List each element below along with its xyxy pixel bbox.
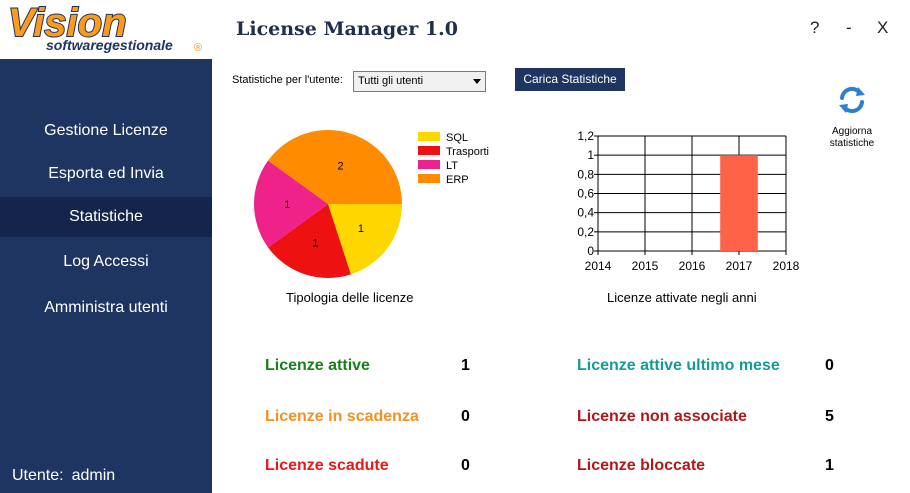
y-tick-label: 1,2 [577, 129, 594, 143]
refresh-label: Aggiorna statistiche [829, 126, 875, 149]
app-title: License Manager 1.0 [236, 18, 458, 40]
sidebar-item-esporta-invia[interactable]: Esporta ed Invia [0, 154, 212, 194]
legend-swatch-lt [418, 160, 440, 169]
vision-logo: Vision softwaregestionale ® [7, 2, 202, 54]
stat-active-last-month-value: 0 [825, 357, 834, 374]
close-button[interactable]: X [877, 18, 888, 38]
y-tick-label: 0,4 [577, 206, 594, 220]
legend-label-erp: ERP [446, 174, 469, 186]
stat-blocked-label: Licenze bloccate [577, 457, 706, 474]
bar-chart-title: Licenze attivate negli anni [607, 290, 757, 305]
x-tick-label: 2015 [632, 259, 659, 273]
logo-mark: ® [194, 42, 202, 54]
stat-active-last-month-label: Licenze attive ultimo mese [577, 357, 780, 374]
legend-swatch-sql [418, 132, 440, 141]
sidebar-item-statistiche[interactable]: Statistiche [0, 197, 212, 237]
help-button[interactable]: ? [810, 18, 819, 38]
sidebar: Gestione Licenze Esporta ed Invia Statis… [0, 59, 212, 493]
stat-expired-value: 0 [461, 457, 470, 474]
y-tick-label: 0,8 [577, 167, 594, 181]
chevron-down-icon [473, 79, 481, 84]
legend-label-trasporti: Trasporti [446, 146, 489, 158]
x-tick-label: 2016 [679, 259, 706, 273]
pie-slice-label: 1 [284, 199, 290, 211]
user-label: Utente: [12, 467, 64, 484]
pie-chart-title: Tipologia delle licenze [286, 290, 414, 305]
sidebar-item-gestione-licenze[interactable]: Gestione Licenze [0, 111, 212, 151]
load-statistics-button[interactable]: Carica Statistiche [515, 68, 625, 91]
x-tick-label: 2014 [585, 259, 612, 273]
legend-swatch-trasporti [418, 146, 440, 155]
stat-unassigned-value: 5 [825, 408, 834, 425]
user-filter-label: Statistiche per l'utente: [232, 74, 343, 86]
legend-swatch-erp [418, 174, 440, 183]
bar-2017 [720, 155, 758, 251]
x-tick-label: 2018 [773, 259, 800, 273]
stat-expired-label: Licenze scadute [265, 457, 389, 474]
pie-slice-label: 2 [338, 160, 344, 172]
legend-label-lt: LT [446, 160, 458, 172]
title-bar: Vision softwaregestionale ® License Mana… [0, 0, 910, 59]
current-user: Utente: admin [12, 467, 115, 485]
sidebar-item-amministra-utenti[interactable]: Amministra utenti [0, 288, 212, 328]
stat-unassigned-label: Licenze non associate [577, 408, 747, 425]
stat-active-label: Licenze attive [265, 357, 370, 374]
y-tick-label: 0,2 [577, 225, 594, 239]
x-tick-label: 2017 [726, 259, 753, 273]
user-name: admin [71, 467, 116, 484]
stat-expiring-value: 0 [461, 408, 470, 425]
license-type-pie-chart: 1 1 1 2 SQL Trasporti LT ERP [254, 130, 489, 278]
minimize-button[interactable]: - [846, 18, 852, 38]
user-filter-select[interactable]: Tutti gli utenti [353, 71, 486, 92]
y-tick-label: 1 [587, 148, 594, 162]
stat-blocked-value: 1 [825, 457, 834, 474]
stat-expiring-label: Licenze in scadenza [265, 408, 419, 425]
legend-label-sql: SQL [446, 132, 468, 144]
user-filter-value: Tutti gli utenti [358, 75, 424, 87]
pie-slice-label: 1 [358, 223, 364, 235]
y-tick-label: 0 [587, 244, 594, 258]
logo-sub: softwaregestionale [46, 37, 173, 53]
pie-slice-label: 1 [312, 238, 318, 250]
licenses-by-year-bar-chart: 0 0,2 0,4 0,6 0,8 1 1,2 2014 2015 2016 2017 2018 [577, 129, 800, 273]
y-tick-label: 0,6 [577, 187, 594, 201]
stat-active-value: 1 [461, 357, 470, 374]
refresh-icon [839, 86, 865, 114]
refresh-statistics-button[interactable]: Aggiorna statistiche [822, 84, 882, 150]
sidebar-item-log-accessi[interactable]: Log Accessi [0, 242, 212, 282]
